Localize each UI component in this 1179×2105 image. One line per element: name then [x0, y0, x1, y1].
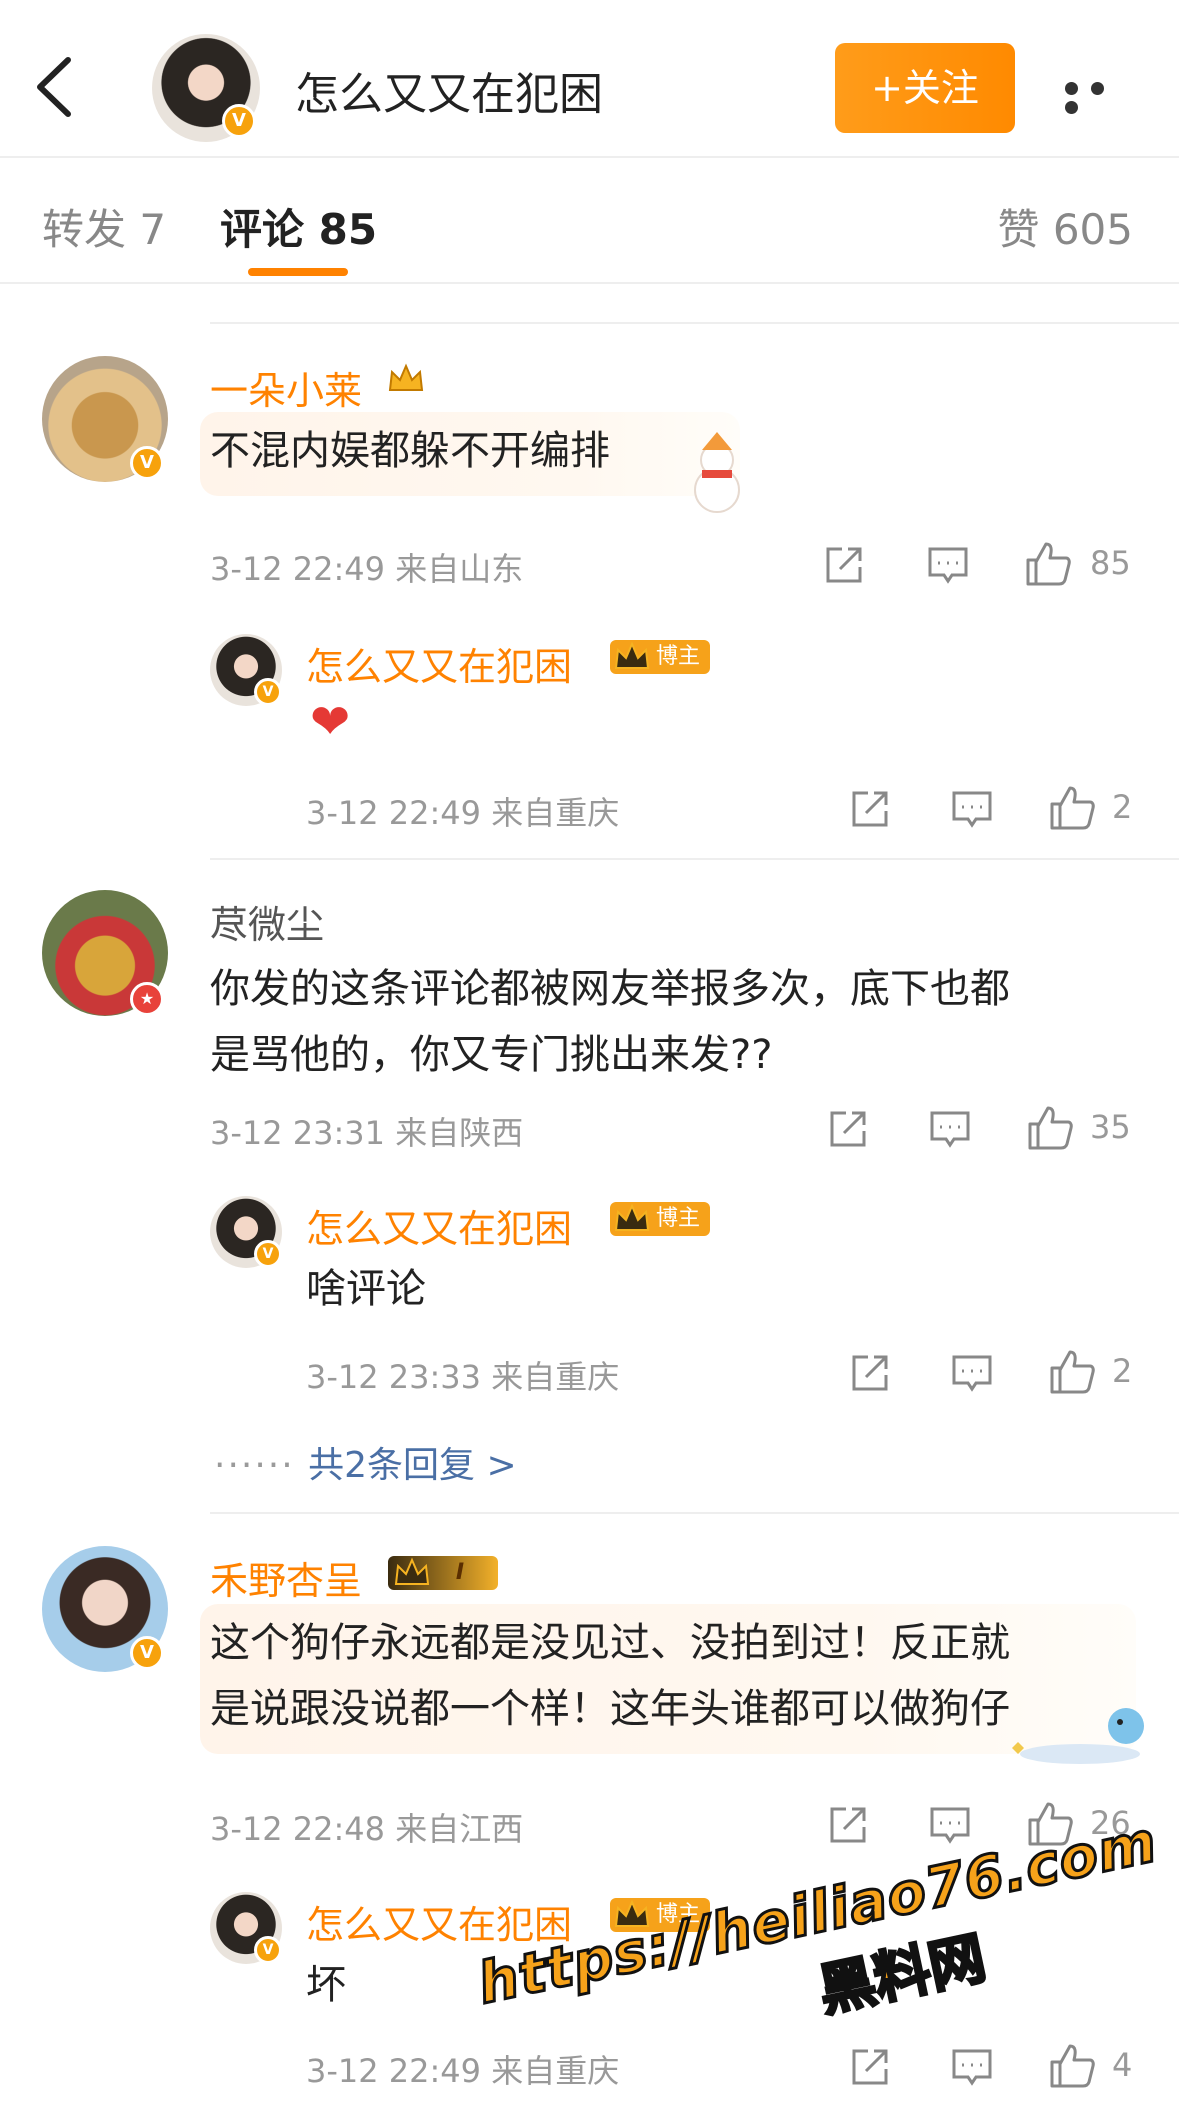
comment-meta: 3-12 22:48 来自江西	[210, 1810, 524, 1848]
verified-badge-icon: V	[254, 1936, 282, 1964]
verified-badge-icon: V	[130, 1636, 164, 1670]
divider	[210, 858, 1179, 860]
comment-text: 不混内娱都躲不开编排	[210, 428, 610, 474]
reply-username[interactable]: 怎么又又在犯困	[306, 1894, 572, 1949]
comment-icon[interactable]	[928, 1803, 972, 1847]
crown-badge-icon	[388, 363, 424, 391]
comment-icon[interactable]	[950, 2045, 994, 2089]
verified-badge-icon: V	[254, 678, 282, 706]
crown-badge-icon	[614, 641, 650, 669]
reply-meta: 3-12 22:49 来自重庆	[306, 2052, 620, 2090]
crown-badge-icon	[614, 1203, 650, 1231]
share-icon[interactable]	[848, 787, 892, 831]
like-icon[interactable]	[1024, 540, 1072, 588]
author-name[interactable]: 怎么又又在犯困	[295, 58, 603, 122]
dinosaur-decoration-icon	[1012, 1708, 1144, 1764]
tab-likes[interactable]: 赞 605	[997, 196, 1133, 257]
like-count: 4	[1112, 2046, 1133, 2084]
like-icon[interactable]	[1026, 1104, 1074, 1152]
tab-repost[interactable]: 转发 7	[42, 196, 166, 257]
back-arrow-icon[interactable]	[30, 52, 80, 122]
more-options-icon[interactable]	[1065, 80, 1135, 114]
like-icon[interactable]	[1048, 2042, 1096, 2090]
snowman-decoration-icon	[694, 432, 740, 513]
more-replies-link[interactable]: 共2条回复 >	[308, 1445, 517, 1486]
divider	[210, 322, 1179, 324]
comment-icon[interactable]	[950, 787, 994, 831]
tab-comment[interactable]: 评论 85	[220, 196, 377, 257]
like-count: 35	[1090, 1108, 1131, 1146]
comment-text-line: 是骂他的，你又专门挑出来发??	[210, 1032, 773, 1078]
comment-text-line: 你发的这条评论都被网友举报多次，底下也都	[210, 966, 1010, 1012]
reply-meta: 3-12 22:49 来自重庆	[306, 794, 620, 832]
crown-badge-icon	[394, 1557, 430, 1585]
share-icon[interactable]	[826, 1803, 870, 1847]
comment-icon[interactable]	[950, 1351, 994, 1395]
comment-icon[interactable]	[928, 1107, 972, 1151]
comment-text-line: 是说跟没说都一个样！这年头谁都可以做狗仔	[210, 1686, 1010, 1732]
share-icon[interactable]	[822, 543, 866, 587]
comment-username[interactable]: 一朵小莱	[210, 360, 362, 415]
heart-icon: ❤	[310, 694, 351, 750]
vip-badge-icon: ★	[130, 982, 164, 1016]
like-count: 2	[1112, 1352, 1133, 1390]
verified-badge-icon: V	[222, 104, 256, 138]
like-count: 26	[1090, 1804, 1131, 1842]
verified-badge-icon: V	[130, 446, 164, 480]
verified-badge-icon: V	[254, 1240, 282, 1268]
like-icon[interactable]	[1048, 1348, 1096, 1396]
share-icon[interactable]	[826, 1107, 870, 1151]
share-icon[interactable]	[848, 2045, 892, 2089]
like-count: 85	[1090, 544, 1131, 582]
share-icon[interactable]	[848, 1351, 892, 1395]
comment-text-line: 这个狗仔永远都是没见过、没拍到过！反正就	[210, 1620, 1010, 1666]
like-count: 2	[1112, 788, 1133, 826]
reply-text: 坏	[306, 1962, 346, 2008]
comment-username[interactable]: 禾野杏呈	[210, 1550, 362, 1605]
view-more-replies[interactable]: ······ 共2条回复 >	[214, 1436, 517, 1488]
like-icon[interactable]	[1048, 784, 1096, 832]
comment-meta: 3-12 23:31 来自陕西	[210, 1114, 524, 1152]
tab-bar: 转发 7 评论 85 赞 605	[0, 158, 1179, 284]
active-tab-indicator	[248, 268, 348, 276]
comment-meta: 3-12 22:49 来自山东	[210, 550, 524, 588]
follow-button[interactable]: +关注	[835, 43, 1015, 133]
like-icon[interactable]	[1026, 1800, 1074, 1848]
reply-username[interactable]: 怎么又又在犯困	[306, 1198, 572, 1253]
reply-username[interactable]: 怎么又又在犯困	[306, 636, 572, 691]
crown-badge-icon	[614, 1899, 650, 1927]
comment-username[interactable]: 荩微尘	[210, 894, 324, 949]
reply-meta: 3-12 23:33 来自重庆	[306, 1358, 620, 1396]
top-bar: V 怎么又又在犯困 +关注	[0, 0, 1179, 158]
reply-text: 啥评论	[306, 1266, 426, 1312]
divider	[210, 1512, 1179, 1514]
comment-icon[interactable]	[926, 543, 970, 587]
